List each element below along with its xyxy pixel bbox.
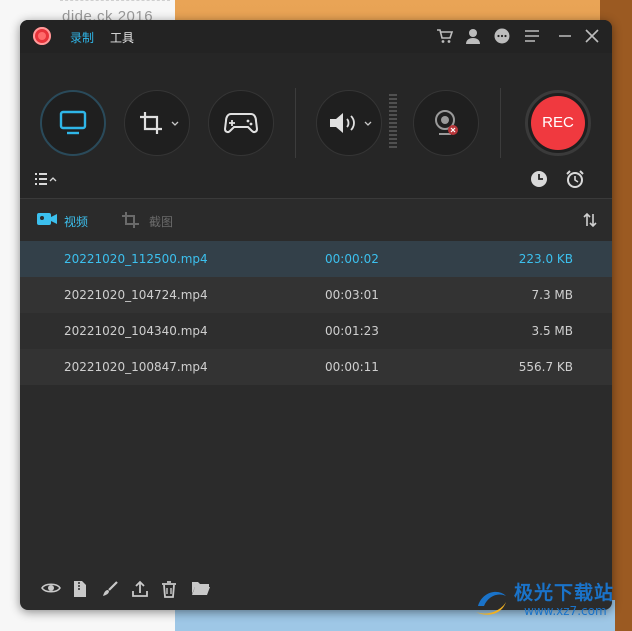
control-panel: REC bbox=[20, 53, 612, 198]
minimize-icon[interactable] bbox=[556, 27, 574, 45]
file-name: 20221020_104724.mp4 bbox=[64, 288, 208, 302]
file-zip-icon[interactable] bbox=[72, 580, 88, 598]
region-mode-button[interactable] bbox=[124, 90, 190, 156]
webcam-off-icon bbox=[435, 110, 458, 135]
upload-icon[interactable] bbox=[131, 580, 149, 598]
menu-record[interactable]: 录制 bbox=[70, 29, 94, 46]
file-name: 20221020_112500.mp4 bbox=[64, 252, 208, 266]
watermark-url: www.xz7.com bbox=[524, 604, 607, 618]
gamepad-icon bbox=[224, 113, 258, 134]
file-list: 20221020_112500.mp4 00:00:02 223.0 KB 20… bbox=[20, 241, 612, 385]
file-size: 223.0 KB bbox=[518, 252, 573, 266]
chevron-down-icon bbox=[171, 121, 179, 127]
site-watermark: 极光下载站 www.xz7.com bbox=[472, 578, 622, 624]
audio-button[interactable] bbox=[316, 90, 382, 156]
panel-divider bbox=[295, 88, 296, 158]
file-size: 7.3 MB bbox=[531, 288, 573, 302]
close-icon[interactable] bbox=[583, 27, 601, 45]
webcam-button[interactable] bbox=[413, 90, 479, 156]
volume-meter bbox=[389, 94, 397, 150]
dashed-line bbox=[60, 0, 170, 2]
recorder-window: 录制 工具 REC 视频 截图 20221020_112500.mp4 00:0… bbox=[20, 20, 612, 610]
screen-mode-button[interactable] bbox=[40, 90, 106, 156]
file-size: 556.7 KB bbox=[518, 360, 573, 374]
video-camera-icon bbox=[36, 211, 58, 231]
speaker-icon bbox=[329, 113, 355, 133]
file-size: 3.5 MB bbox=[531, 324, 573, 338]
file-duration: 00:03:01 bbox=[325, 288, 379, 302]
file-name: 20221020_100847.mp4 bbox=[64, 360, 208, 374]
sort-icon[interactable] bbox=[583, 212, 597, 232]
table-row[interactable]: 20221020_104724.mp4 00:03:01 7.3 MB bbox=[20, 277, 612, 313]
menu-icon[interactable] bbox=[523, 27, 541, 45]
file-duration: 00:00:02 bbox=[325, 252, 379, 266]
file-tabs-bar: 视频 截图 bbox=[20, 198, 612, 241]
monitor-icon bbox=[59, 110, 87, 135]
title-bar: 录制 工具 bbox=[20, 20, 612, 53]
tab-video[interactable]: 视频 bbox=[64, 213, 88, 230]
file-duration: 00:01:23 bbox=[325, 324, 379, 338]
folder-icon[interactable] bbox=[191, 580, 211, 596]
eye-icon[interactable] bbox=[41, 580, 61, 596]
app-logo-icon bbox=[33, 27, 51, 45]
menu-tools[interactable]: 工具 bbox=[110, 29, 134, 46]
file-duration: 00:00:11 bbox=[325, 360, 379, 374]
trash-icon[interactable] bbox=[161, 580, 177, 598]
file-name: 20221020_104340.mp4 bbox=[64, 324, 208, 338]
table-row[interactable]: 20221020_100847.mp4 00:00:11 556.7 KB bbox=[20, 349, 612, 385]
game-mode-button[interactable] bbox=[208, 90, 274, 156]
crop-icon bbox=[139, 112, 162, 134]
user-icon[interactable] bbox=[464, 27, 482, 45]
rec-button[interactable]: REC bbox=[525, 90, 591, 156]
rec-label: REC bbox=[531, 96, 585, 150]
cart-icon[interactable] bbox=[436, 27, 454, 45]
watermark-logo-icon bbox=[476, 591, 506, 615]
tab-screenshot[interactable]: 截图 bbox=[149, 213, 173, 230]
schedule-clock-icon[interactable] bbox=[530, 170, 548, 188]
list-toggle-icon[interactable] bbox=[34, 172, 58, 186]
chat-icon[interactable] bbox=[493, 27, 511, 45]
panel-divider bbox=[500, 88, 501, 158]
table-row[interactable]: 20221020_104340.mp4 00:01:23 3.5 MB bbox=[20, 313, 612, 349]
chevron-down-icon bbox=[364, 121, 372, 127]
alarm-clock-icon[interactable] bbox=[565, 169, 585, 189]
watermark-text: 极光下载站 bbox=[514, 582, 615, 604]
table-row[interactable]: 20221020_112500.mp4 00:00:02 223.0 KB bbox=[20, 241, 612, 277]
crop-icon bbox=[121, 211, 141, 233]
brush-icon[interactable] bbox=[101, 580, 119, 598]
